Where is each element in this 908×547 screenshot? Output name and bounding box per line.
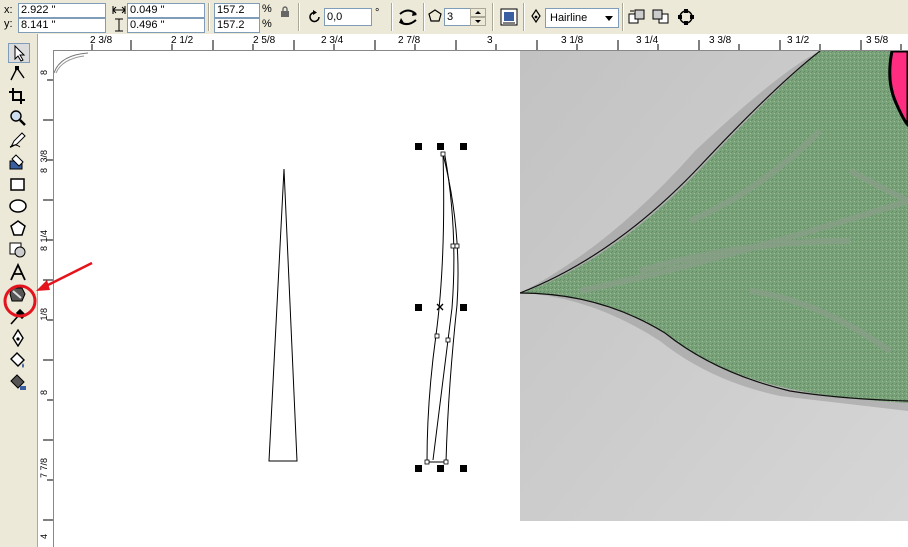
polygon-icon [10, 220, 26, 236]
ruler-label: 2 7/8 [398, 35, 421, 46]
rotation-icon [309, 10, 320, 23]
rotation-center-marker[interactable] [436, 303, 444, 311]
ruler-label: 2 3/8 [90, 35, 113, 46]
lock-ratio-icon[interactable] [279, 6, 291, 18]
annotation-arrow [41, 261, 93, 290]
page-corner-outline [54, 52, 89, 74]
crop-tool-button[interactable] [8, 87, 30, 107]
fill-tool-button[interactable] [8, 351, 30, 371]
y-position-field[interactable]: 8.141 " [18, 18, 106, 33]
magnifier-icon [10, 110, 26, 126]
zoom-tool-button[interactable] [8, 109, 30, 129]
separator [391, 3, 393, 31]
separator [208, 3, 210, 31]
triangle-shape[interactable] [265, 165, 305, 470]
outline-tool-button[interactable] [8, 329, 30, 349]
scale-y-field[interactable]: 157.2 [214, 18, 260, 33]
x-position-field[interactable]: 2.922 " [18, 3, 106, 18]
shape-node-icon [10, 66, 25, 81]
ruler-label: 3/8 [39, 150, 49, 163]
to-back-icon[interactable] [651, 8, 671, 26]
convert-to-curves-icon[interactable] [676, 7, 696, 27]
ellipse-icon [9, 199, 27, 213]
curved-selected-shape[interactable] [410, 140, 475, 480]
separator [423, 3, 425, 31]
percent-y-label: % [262, 18, 272, 30]
to-front-icon[interactable] [627, 8, 647, 26]
height-icon [115, 18, 123, 32]
ellipse-tool-button[interactable] [8, 197, 30, 217]
x-label: x: [4, 4, 13, 16]
outline-width-select[interactable]: Hairline [545, 8, 619, 28]
rotation-field[interactable]: 0,0 [324, 8, 372, 26]
pencil-icon [9, 132, 26, 149]
pen-nib-icon [12, 329, 24, 347]
ruler-label: 8 [39, 168, 49, 174]
polygon-sides-field[interactable]: 3 [444, 8, 472, 26]
width-icon [112, 6, 126, 14]
arrow-head-icon [36, 280, 50, 291]
wrap-paragraph-icon[interactable] [499, 7, 519, 27]
annotation-circle [3, 284, 37, 318]
ruler-label: 3 [487, 35, 493, 46]
ruler-label: 2 5/8 [253, 35, 276, 46]
polygon-sides-icon [428, 9, 442, 22]
paint-bucket-icon [10, 352, 25, 368]
interactive-fill-2-tool-button[interactable] [8, 373, 30, 393]
horizontal-ruler[interactable]: 2 3/8 2 1/2 2 5/8 2 3/4 2 7/8 3 3 1/8 3 … [37, 34, 908, 51]
ruler-label: 3 1/2 [787, 35, 810, 46]
ruler-label: 3 5/8 [866, 35, 889, 46]
rectangle-tool-button[interactable] [8, 175, 30, 195]
separator [523, 3, 525, 31]
pen-outline-icon [531, 9, 541, 23]
horizontal-ruler-ticks [91, 40, 902, 50]
freehand-tool-button[interactable] [8, 131, 30, 151]
smart-fill-icon [9, 154, 24, 170]
ruler-label: 3 1/8 [561, 35, 584, 46]
ruler-label: 8 [39, 70, 49, 76]
percent-x-label: % [262, 3, 272, 15]
separator [622, 3, 624, 31]
ruler-label: 2 1/2 [171, 35, 194, 46]
separator [298, 3, 300, 31]
smart-fill-tool-button[interactable] [8, 153, 30, 173]
polygon-tool-button[interactable] [8, 219, 30, 239]
property-bar: x: 2.922 " y: 8.141 " 0.049 " 0.496 " 15… [0, 0, 908, 35]
scale-x-field[interactable]: 157.2 [214, 3, 260, 18]
degree-label: ° [375, 7, 380, 19]
ruler-label: 4 [39, 534, 49, 540]
ruler-label: 3 3/8 [709, 35, 732, 46]
annotation-overlay [3, 261, 93, 318]
y-label: y: [4, 18, 13, 30]
outline-width-value: Hairline [550, 12, 588, 24]
ruler-label: 2 3/4 [321, 35, 344, 46]
separator [492, 3, 494, 31]
crop-icon [9, 88, 25, 104]
width-field[interactable]: 0.049 " [127, 3, 205, 18]
sides-spinner-icon[interactable] [470, 8, 486, 26]
chevron-down-icon [605, 16, 613, 21]
mirror-icon[interactable] [397, 6, 419, 28]
height-field[interactable]: 0.496 " [127, 18, 205, 33]
reference-photo [520, 51, 908, 521]
fill-gradient-icon [10, 374, 26, 390]
ruler-label: 8 [39, 390, 49, 396]
ruler-label: 1/4 [39, 230, 49, 243]
arrow-cursor-icon [14, 44, 26, 62]
shape-tool-button[interactable] [8, 65, 30, 85]
ruler-label: 3 1/4 [636, 35, 659, 46]
rectangle-icon [10, 178, 25, 191]
pick-tool-button[interactable] [8, 43, 30, 63]
ruler-label: 7 7/8 [39, 458, 49, 479]
